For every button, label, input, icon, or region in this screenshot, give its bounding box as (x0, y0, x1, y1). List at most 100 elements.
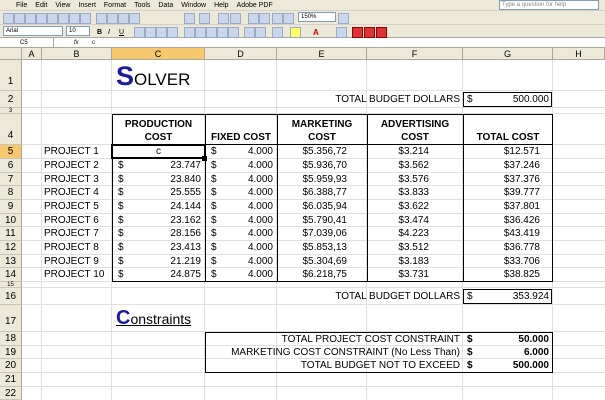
align-left-icon[interactable] (134, 27, 145, 38)
row-header-4[interactable]: 4 (0, 114, 22, 145)
hyperlink-icon[interactable] (218, 13, 229, 24)
toolbar-options-icon[interactable] (336, 27, 347, 38)
increase-indent-icon[interactable] (255, 27, 266, 38)
menu-adobe-pdf[interactable]: Adobe PDF (233, 0, 277, 11)
redo-icon[interactable] (199, 13, 210, 24)
row-header-19[interactable]: 19 (0, 346, 22, 359)
column-header-c[interactable]: C (112, 48, 205, 60)
zoom-select[interactable]: 150% (298, 12, 336, 22)
increase-decimal-icon[interactable] (217, 27, 228, 38)
email-icon[interactable] (47, 13, 58, 24)
bold-icon[interactable]: B (96, 27, 107, 38)
drawing-icon[interactable] (283, 13, 294, 24)
pdf-convert-icon[interactable] (352, 27, 363, 38)
font-color-icon[interactable]: A (312, 27, 323, 38)
project-name: PROJECT 10 (44, 269, 105, 280)
currency-icon[interactable] (184, 27, 195, 38)
merge-center-icon[interactable] (167, 27, 178, 38)
row-header-6[interactable]: 6 (0, 159, 22, 173)
cut-icon[interactable] (96, 13, 107, 24)
select-all-corner[interactable] (0, 48, 22, 60)
font-select[interactable]: Arial (3, 26, 63, 36)
column-header-e[interactable]: E (277, 48, 367, 60)
total-cost: $37.376 (503, 174, 540, 185)
pdf-review-icon[interactable] (376, 27, 387, 38)
autosum-icon[interactable] (230, 13, 241, 24)
row-header-7[interactable]: 7 (0, 173, 22, 186)
sort-ascending-icon[interactable] (248, 13, 259, 24)
print-icon[interactable] (58, 13, 69, 24)
production-currency: $ (118, 187, 124, 198)
format-painter-icon[interactable] (129, 13, 140, 24)
production-cost: 23.840 (170, 174, 201, 185)
open-icon[interactable] (14, 13, 25, 24)
percent-icon[interactable] (195, 27, 206, 38)
italic-icon[interactable]: I (107, 27, 118, 38)
row-header-16[interactable]: 16 (0, 288, 22, 305)
paste-icon[interactable] (118, 13, 129, 24)
row-header-8[interactable]: 8 (0, 186, 22, 200)
decrease-decimal-icon[interactable] (228, 27, 239, 38)
production-cost: 23.747 (170, 160, 201, 171)
menu-tools[interactable]: Tools (130, 0, 154, 11)
menu-help[interactable]: Help (210, 0, 232, 11)
menu-insert[interactable]: Insert (74, 0, 100, 11)
menu-format[interactable]: Format (100, 0, 130, 11)
row-header-20[interactable]: 20 (0, 359, 22, 373)
save-icon[interactable] (25, 13, 36, 24)
menu-edit[interactable]: Edit (31, 0, 51, 11)
advertising-cost: $4.223 (398, 228, 429, 239)
align-right-icon[interactable] (156, 27, 167, 38)
pdf-email-icon[interactable] (364, 27, 375, 38)
chart-wizard-icon[interactable] (272, 13, 283, 24)
underline-icon[interactable]: U (118, 27, 129, 38)
help-search-input[interactable]: Type a question for help (499, 0, 599, 10)
sort-descending-icon[interactable] (259, 13, 270, 24)
column-header-a[interactable]: A (22, 48, 42, 60)
borders-icon[interactable] (272, 27, 283, 38)
formula-bar: C5 fx c (0, 38, 605, 48)
formula-input[interactable]: c (92, 38, 95, 48)
column-header-b[interactable]: B (42, 48, 112, 60)
row-header-9[interactable]: 9 (0, 200, 22, 214)
spelling-icon[interactable] (80, 13, 91, 24)
permission-icon[interactable] (36, 13, 47, 24)
row-header-18[interactable]: 18 (0, 332, 22, 346)
decrease-indent-icon[interactable] (244, 27, 255, 38)
row-header-17[interactable]: 17 (0, 305, 22, 332)
print-preview-icon[interactable] (69, 13, 80, 24)
row-header-21[interactable]: 21 (0, 373, 22, 387)
column-header-d[interactable]: D (205, 48, 277, 60)
row-header-2[interactable]: 2 (0, 91, 22, 108)
row-header-12[interactable]: 12 (0, 241, 22, 255)
menu-data[interactable]: Data (154, 0, 177, 11)
row-header-1[interactable]: 1 (0, 60, 22, 91)
font-size-select[interactable]: 10 (66, 26, 90, 36)
new-icon[interactable] (3, 13, 14, 24)
production-cost[interactable]: c (112, 145, 205, 158)
marketing-cost: $6.388,77 (302, 187, 348, 198)
row-header-5[interactable]: 5 (0, 145, 22, 159)
align-center-icon[interactable] (145, 27, 156, 38)
fixed-currency: $ (211, 269, 217, 280)
column-header-h[interactable]: H (553, 48, 605, 60)
row-header-13[interactable]: 13 (0, 255, 22, 268)
help-icon[interactable] (338, 13, 349, 24)
comma-style-icon[interactable] (206, 27, 217, 38)
column-header-g[interactable]: G (463, 48, 553, 60)
name-box[interactable]: C5 (0, 38, 54, 48)
row-header-22[interactable]: 22 (0, 387, 22, 400)
copy-icon[interactable] (107, 13, 118, 24)
fill-color-icon[interactable] (290, 27, 301, 38)
menu-file[interactable]: File (0, 0, 31, 11)
marketing-cost: $5.936,70 (302, 160, 348, 171)
menu-window[interactable]: Window (177, 0, 210, 11)
row-header-10[interactable]: 10 (0, 214, 22, 227)
row-header-14[interactable]: 14 (0, 268, 22, 282)
row-header-11[interactable]: 11 (0, 227, 22, 241)
fixed-cost: 4.000 (247, 160, 273, 171)
undo-icon[interactable] (184, 13, 195, 24)
header-production-line2: COST (144, 132, 173, 143)
menu-view[interactable]: View (51, 0, 74, 11)
column-header-f[interactable]: F (367, 48, 463, 60)
